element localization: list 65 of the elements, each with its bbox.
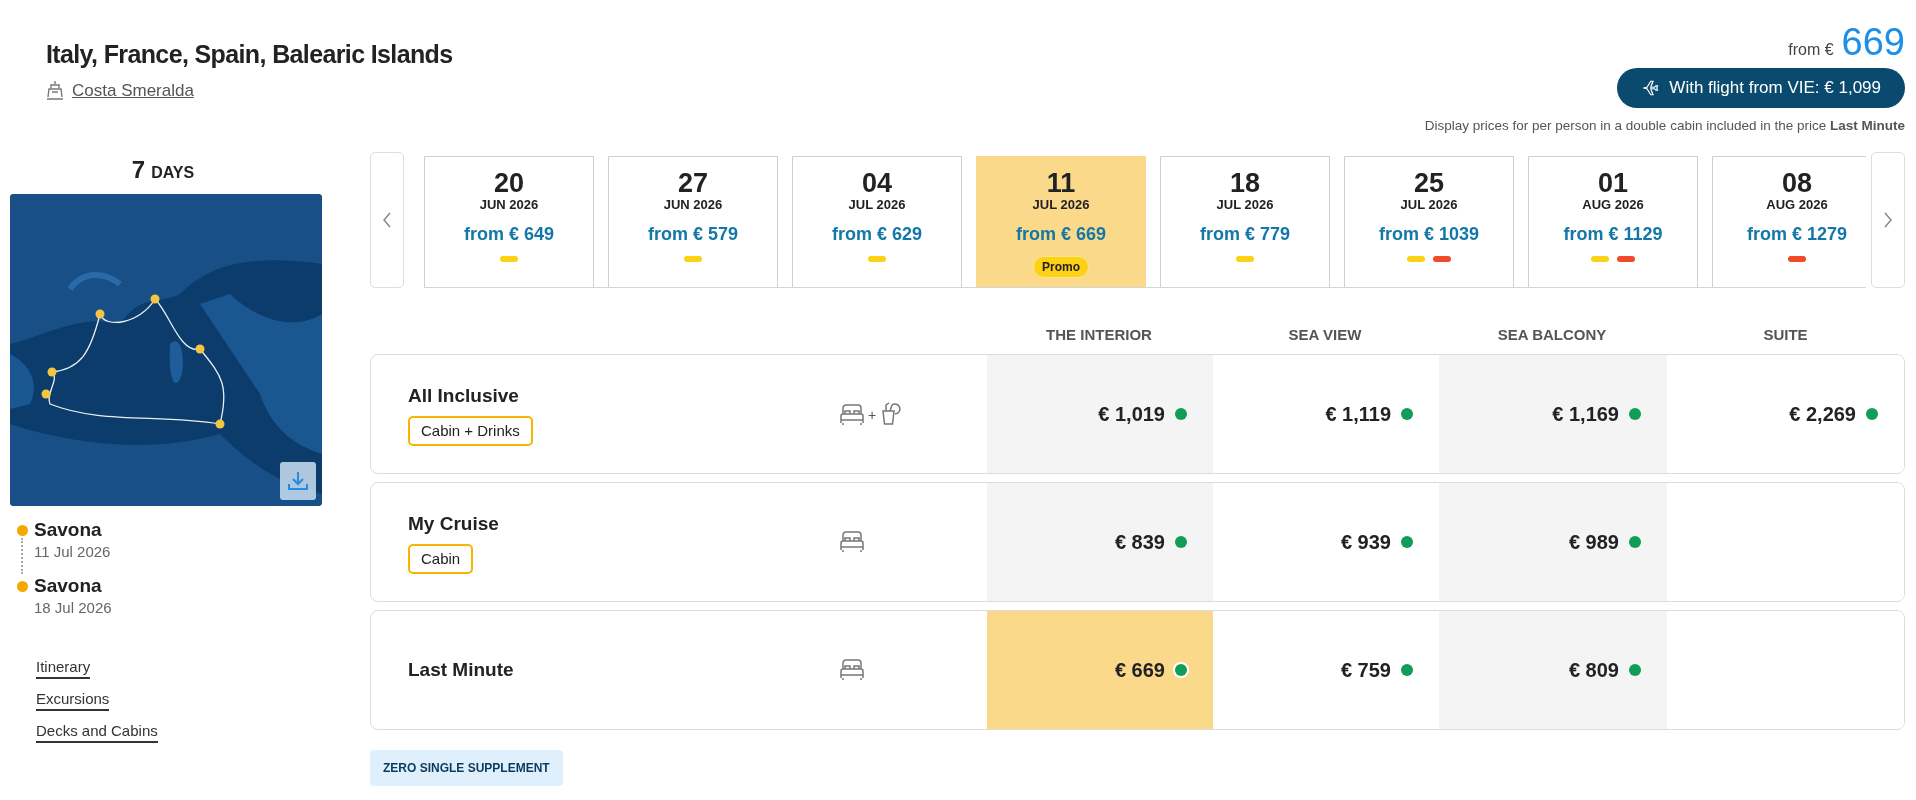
port-name: Savona xyxy=(34,574,103,599)
date-month: JUN 2026 xyxy=(663,197,723,214)
date-price: from € 669 xyxy=(1015,223,1106,247)
date-card[interactable]: 08 AUG 2026 from € 1279 xyxy=(1712,156,1866,288)
date-day: 25 xyxy=(1413,169,1444,198)
column-header: SEA BALCONY xyxy=(1497,325,1607,345)
flight-price-button[interactable]: With flight from VIE: € 1,099 xyxy=(1617,68,1905,108)
plus-sign: + xyxy=(868,406,877,426)
column-header: SUITE xyxy=(1763,325,1808,345)
port-date: 11 Jul 2026 xyxy=(34,542,111,562)
column-header: SEA VIEW xyxy=(1288,325,1362,345)
date-card[interactable]: 25 JUL 2026 from € 1039 xyxy=(1344,156,1514,288)
price-cell[interactable]: € 809 xyxy=(1439,611,1667,730)
date-day: 27 xyxy=(677,169,708,198)
date-month: JUL 2026 xyxy=(1216,197,1274,214)
date-card[interactable]: 04 JUL 2026 from € 629 xyxy=(792,156,962,288)
price-cell[interactable]: € 989 xyxy=(1439,483,1667,602)
date-month: JUL 2026 xyxy=(848,197,906,214)
port-date: 18 Jul 2026 xyxy=(34,598,112,618)
date-day: 20 xyxy=(493,169,524,198)
date-card[interactable]: 01 AUG 2026 from € 1129 xyxy=(1528,156,1698,288)
duration-unit: DAYS xyxy=(151,163,195,184)
tab-link[interactable]: Decks and Cabins xyxy=(36,721,158,744)
date-card[interactable]: 27 JUN 2026 from € 579 xyxy=(608,156,778,288)
duration-number: 7 xyxy=(131,155,146,186)
price-prefix: from € xyxy=(1788,40,1834,60)
date-day: 08 xyxy=(1781,169,1812,198)
date-price: from € 649 xyxy=(463,223,554,247)
page-title: Italy, France, Spain, Balearic Islands xyxy=(46,39,453,70)
price-note: Display prices for per person in a double cabin included in the price Last Minute xyxy=(1424,117,1905,135)
date-day: 01 xyxy=(1597,169,1628,198)
tab-link[interactable]: Excursions xyxy=(36,689,110,712)
date-month: AUG 2026 xyxy=(1766,197,1828,214)
price-cell[interactable]: € 1,019 xyxy=(987,355,1213,474)
date-price: from € 779 xyxy=(1199,223,1290,247)
fare-name: Last Minute xyxy=(408,658,514,682)
date-day: 11 xyxy=(1046,169,1076,198)
date-day: 04 xyxy=(861,169,892,198)
port-name: Savona xyxy=(34,518,103,543)
date-card[interactable]: 11 JUL 2026 from € 669 Promo xyxy=(976,156,1146,288)
supplement-badge: ZERO SINGLE SUPPLEMENT xyxy=(370,750,563,787)
date-month: JUL 2026 xyxy=(1400,197,1458,214)
tab-link[interactable]: Itinerary xyxy=(36,657,91,680)
date-price: from € 579 xyxy=(647,223,738,247)
date-price: from € 1279 xyxy=(1746,223,1848,247)
date-card[interactable]: 18 JUL 2026 from € 779 xyxy=(1160,156,1330,288)
price-cell[interactable]: € 1,169 xyxy=(1439,355,1667,474)
date-price: from € 629 xyxy=(831,223,922,247)
column-header: THE INTERIOR xyxy=(1046,325,1152,345)
ship-link[interactable]: Costa Smeralda xyxy=(46,77,194,103)
price-cell[interactable]: € 839 xyxy=(987,483,1213,602)
fare-name: All Inclusive xyxy=(408,384,519,409)
promo-badge: Promo xyxy=(1033,256,1089,279)
fare-name: My Cruise xyxy=(408,512,499,537)
from-price: 669 xyxy=(1841,22,1905,62)
fare-tag: Cabin + Drinks xyxy=(408,415,533,447)
date-day: 18 xyxy=(1229,169,1260,198)
date-month: AUG 2026 xyxy=(1582,197,1644,214)
date-price: from € 1039 xyxy=(1378,223,1480,247)
date-month: JUN 2026 xyxy=(479,197,539,214)
date-price: from € 1129 xyxy=(1563,223,1663,247)
date-month: JUL 2026 xyxy=(1032,197,1090,214)
date-card[interactable]: 20 JUN 2026 from € 649 xyxy=(424,156,594,288)
price-cell[interactable]: € 669 xyxy=(987,611,1213,730)
fare-tag: Cabin xyxy=(408,543,474,575)
